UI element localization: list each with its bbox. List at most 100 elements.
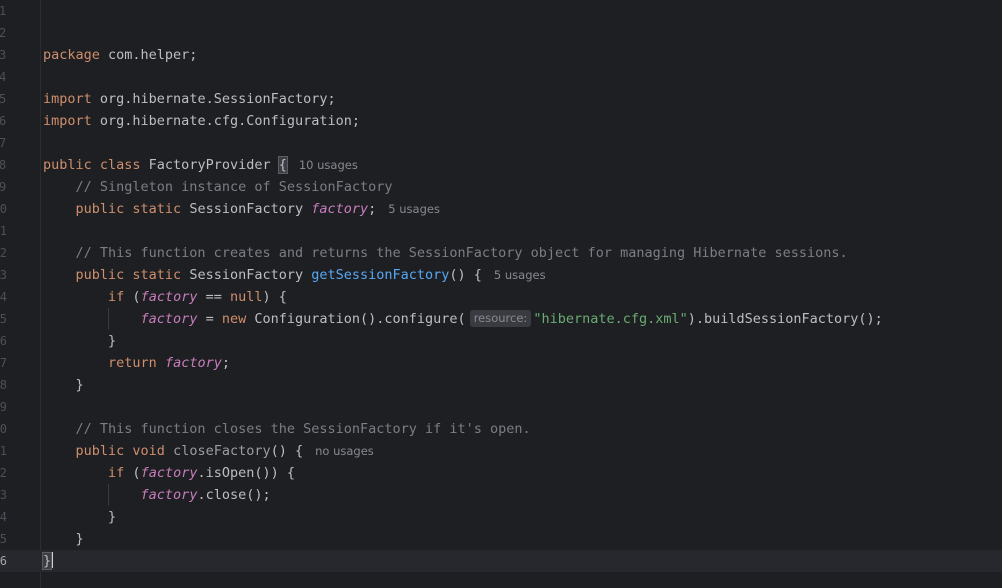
line-code[interactable]: } [43,330,116,352]
code-line[interactable]: 4 [0,66,1002,88]
field-token: factory [140,465,198,481]
line-code[interactable]: public static SessionFactory getSessionF… [43,264,546,286]
code-line[interactable]: 24 } [0,506,1002,528]
code-token: SessionFactory [181,267,312,283]
code-line[interactable]: 21 public void closeFactory() {no usages [0,440,1002,462]
code-line[interactable]: 2 [0,22,1002,44]
code-line[interactable]: 9 // Singleton instance of SessionFactor… [0,176,1002,198]
line-code[interactable]: if (factory.isOpen()) { [43,462,295,484]
code-line[interactable]: 12 // This function creates and returns … [0,242,1002,264]
line-code[interactable]: import org.hibernate.SessionFactory; [43,88,336,110]
code-token: } [43,509,117,525]
unused-method-token: closeFactory [173,443,271,459]
keyword-token: null [229,289,263,305]
usages-hint[interactable]: 10 usages [299,158,358,172]
keyword-token: public static [75,267,182,283]
code-token: () { [449,267,482,283]
line-code[interactable]: } [43,374,84,396]
line-code[interactable]: } [43,528,84,550]
code-line[interactable]: 15 factory = new Configuration().configu… [0,308,1002,330]
code-line[interactable]: 7 [0,132,1002,154]
code-line[interactable]: 22 if (factory.isOpen()) { [0,462,1002,484]
line-number: 16 [0,334,7,348]
code-token: ( [124,465,141,481]
line-number: 23 [0,488,7,502]
code-token: } [43,377,84,393]
line-number: 22 [0,466,7,480]
code-line[interactable]: 11 [0,220,1002,242]
line-code[interactable]: package com.helper; [43,44,197,66]
code-line[interactable]: 3 package com.helper; [0,44,1002,66]
line-code[interactable]: import org.hibernate.cfg.Configuration; [43,110,360,132]
line-number: 7 [0,136,7,150]
field-token: factory [140,487,198,503]
code-line-current[interactable]: 26} [0,550,1002,572]
code-line[interactable]: 10 public static SessionFactory factory;… [0,198,1002,220]
code-line[interactable]: 17 return factory; [0,352,1002,374]
usages-hint[interactable]: no usages [315,444,374,458]
line-code[interactable]: } [41,550,54,572]
code-token: FactoryProvider [140,157,279,173]
usages-hint[interactable]: 5 usages [388,202,440,216]
code-line[interactable]: 25 } [0,528,1002,550]
code-editor[interactable]: 1 2 3 package com.helper; 4 5 import org.hiber… [0,0,1002,588]
code-line[interactable]: 5 import org.hibernate.SessionFactory; [0,88,1002,110]
code-line[interactable]: 1 [0,0,1002,22]
usages-hint[interactable]: 5 usages [494,268,546,282]
line-code[interactable]: } [43,506,116,528]
line-number: 21 [0,444,7,458]
line-number: 6 [0,114,7,128]
line-code[interactable]: public static SessionFactory factory; 5 u… [43,198,440,220]
line-code[interactable]: // This function closes the SessionFacto… [43,418,531,440]
code-token: = [197,311,222,327]
code-line[interactable]: 19 [0,396,1002,418]
code-line[interactable]: 16 } [0,330,1002,352]
line-code[interactable]: if (factory == null) { [43,286,287,308]
line-code[interactable]: return factory; [43,352,230,374]
keyword-token: public class [43,157,141,173]
keyword-token: return [108,355,157,371]
line-number: 10 [0,202,7,216]
keyword-token: public static [75,201,182,217]
line-number: 25 [0,532,7,546]
code-token: org.hibernate.cfg.Configuration; [91,113,360,129]
line-number: 26 [0,554,7,568]
code-token: == [197,289,230,305]
line-code[interactable]: // This function creates and returns the… [43,242,848,264]
code-line[interactable]: 6 import org.hibernate.cfg.Configuration; [0,110,1002,132]
code-line[interactable]: 20 // This function closes the SessionFa… [0,418,1002,440]
field-token: factory [311,201,369,217]
code-token: } [43,333,117,349]
line-number: 20 [0,422,7,436]
code-token: SessionFactory [181,201,312,217]
code-line[interactable]: 8 public class FactoryProvider {10 usages [0,154,1002,176]
matched-brace: { [277,156,288,174]
line-number: 5 [0,92,7,106]
line-number: 14 [0,290,7,304]
line-code[interactable]: factory = new Configuration().configure(… [43,308,883,330]
code-line[interactable]: 23 factory.close(); [0,484,1002,506]
code-token: () { [270,443,304,459]
line-number: 2 [0,26,7,40]
field-token: factory [140,311,198,327]
code-token: ( [124,289,141,305]
line-code[interactable]: factory.close(); [43,484,271,506]
code-line[interactable]: 14 if (factory == null) { [0,286,1002,308]
code-line[interactable]: 18 } [0,374,1002,396]
line-code[interactable]: // Singleton instance of SessionFactory [43,176,393,198]
comment-token: // This function closes the SessionFacto… [75,421,531,437]
line-code[interactable]: public void closeFactory() {no usages [43,440,374,462]
line-code[interactable]: public class FactoryProvider {10 usages [43,154,358,176]
keyword-token: import [43,113,92,129]
code-line[interactable]: 13 public static SessionFactory getSessi… [0,264,1002,286]
code-token: com.helper; [99,47,198,63]
